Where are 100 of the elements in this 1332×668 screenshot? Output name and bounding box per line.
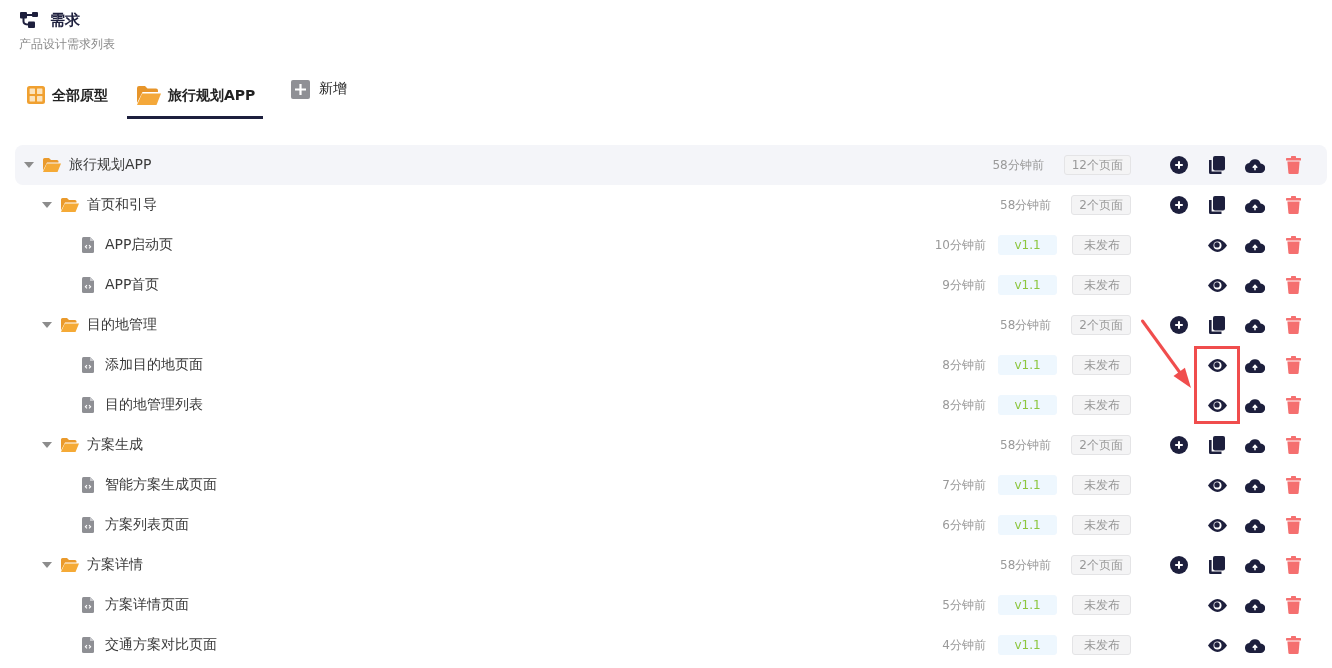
copy-icon[interactable] — [1209, 436, 1225, 454]
caret-icon[interactable] — [42, 442, 52, 448]
eye-icon[interactable] — [1207, 238, 1227, 252]
caret-icon[interactable] — [24, 162, 34, 168]
trash-icon[interactable] — [1285, 516, 1301, 534]
code-file-icon — [82, 277, 94, 293]
eye-icon[interactable] — [1207, 518, 1227, 532]
updated-time: 58分钟前 — [1000, 436, 1052, 454]
page-name: APP启动页 — [105, 236, 174, 254]
cloud-upload-icon[interactable] — [1245, 597, 1265, 613]
eye-icon[interactable] — [1207, 398, 1227, 412]
cloud-upload-icon[interactable] — [1245, 197, 1265, 213]
cloud-upload-icon[interactable] — [1245, 637, 1265, 653]
copy-icon[interactable] — [1209, 196, 1225, 214]
page-name: 目的地管理列表 — [105, 396, 203, 414]
page-count-tag: 2个页面 — [1071, 315, 1131, 335]
cloud-upload-icon[interactable] — [1245, 277, 1265, 293]
version-tag: v1.1 — [998, 395, 1057, 415]
copy-icon[interactable] — [1209, 316, 1225, 334]
trash-icon[interactable] — [1285, 276, 1301, 294]
grid-icon — [27, 86, 45, 104]
copy-icon[interactable] — [1209, 556, 1225, 574]
cloud-upload-icon[interactable] — [1245, 437, 1265, 453]
updated-time: 5分钟前 — [942, 596, 986, 614]
updated-time: 4分钟前 — [942, 636, 986, 654]
code-file-icon — [82, 477, 94, 493]
root-row[interactable]: 旅行规划APP 58分钟前 12个页面 — [15, 145, 1327, 185]
updated-time: 8分钟前 — [942, 356, 986, 374]
status-tag: 未发布 — [1072, 595, 1131, 615]
folder-name: 旅行规划APP — [69, 156, 152, 174]
eye-icon[interactable] — [1207, 358, 1227, 372]
trash-icon[interactable] — [1285, 396, 1301, 414]
status-tag: 未发布 — [1072, 275, 1131, 295]
folder-icon — [61, 438, 79, 452]
version-tag: v1.1 — [998, 355, 1057, 375]
code-file-icon — [82, 357, 94, 373]
trash-icon[interactable] — [1285, 596, 1301, 614]
folder-name: 目的地管理 — [87, 316, 157, 334]
cloud-upload-icon[interactable] — [1245, 237, 1265, 253]
caret-icon[interactable] — [42, 322, 52, 328]
copy-icon[interactable] — [1209, 156, 1225, 174]
updated-time: 58分钟前 — [1000, 556, 1052, 574]
page-subtitle: 产品设计需求列表 — [19, 36, 115, 53]
eye-icon[interactable] — [1207, 598, 1227, 612]
code-file-icon — [82, 597, 94, 613]
version-tag: v1.1 — [998, 275, 1057, 295]
updated-time: 58分钟前 — [1000, 196, 1052, 214]
cloud-upload-icon[interactable] — [1245, 557, 1265, 573]
version-tag: v1.1 — [998, 235, 1057, 255]
trash-icon[interactable] — [1285, 556, 1301, 574]
code-file-icon — [82, 517, 94, 533]
eye-icon[interactable] — [1207, 478, 1227, 492]
add-circle-icon[interactable] — [1170, 436, 1188, 454]
sitemap-icon — [20, 12, 38, 28]
trash-icon[interactable] — [1285, 436, 1301, 454]
page-name: 智能方案生成页面 — [105, 476, 217, 494]
folder-icon — [43, 158, 61, 172]
add-circle-icon[interactable] — [1170, 156, 1188, 174]
eye-icon[interactable] — [1207, 638, 1227, 652]
folder-name: 方案详情 — [87, 556, 143, 574]
code-file-icon — [82, 237, 94, 253]
trash-icon[interactable] — [1285, 476, 1301, 494]
page-count-tag: 2个页面 — [1071, 195, 1131, 215]
status-tag: 未发布 — [1072, 475, 1131, 495]
updated-time: 6分钟前 — [942, 516, 986, 534]
add-circle-icon[interactable] — [1170, 196, 1188, 214]
page-name: 添加目的地页面 — [105, 356, 203, 374]
folder-icon — [61, 198, 79, 212]
plus-square-icon — [291, 79, 311, 99]
eye-icon[interactable] — [1207, 278, 1227, 292]
trash-icon[interactable] — [1285, 356, 1301, 374]
page-title: 需求 — [50, 10, 80, 30]
trash-icon[interactable] — [1285, 316, 1301, 334]
updated-time: 9分钟前 — [942, 276, 986, 294]
updated-time: 7分钟前 — [942, 476, 986, 494]
status-tag: 未发布 — [1072, 355, 1131, 375]
add-circle-icon[interactable] — [1170, 556, 1188, 574]
status-tag: 未发布 — [1072, 515, 1131, 535]
updated-time: 58分钟前 — [1000, 316, 1052, 334]
cloud-upload-icon[interactable] — [1245, 517, 1265, 533]
tab[interactable]: 全部原型 — [17, 80, 116, 119]
code-file-icon — [82, 637, 94, 653]
trash-icon[interactable] — [1285, 196, 1301, 214]
cloud-upload-icon[interactable] — [1245, 157, 1265, 173]
tab[interactable]: 旅行规划APP — [127, 80, 264, 119]
add-circle-icon[interactable] — [1170, 316, 1188, 334]
caret-icon[interactable] — [42, 202, 52, 208]
trash-icon[interactable] — [1285, 236, 1301, 254]
version-tag: v1.1 — [998, 595, 1057, 615]
folder-name: 方案生成 — [87, 436, 143, 454]
cloud-upload-icon[interactable] — [1245, 477, 1265, 493]
caret-icon[interactable] — [42, 562, 52, 568]
cloud-upload-icon[interactable] — [1245, 397, 1265, 413]
cloud-upload-icon[interactable] — [1245, 357, 1265, 373]
add-prototype-button[interactable]: 新增 — [281, 78, 358, 100]
trash-icon[interactable] — [1285, 636, 1301, 654]
page-count-tag: 2个页面 — [1071, 435, 1131, 455]
cloud-upload-icon[interactable] — [1245, 317, 1265, 333]
folder-icon — [61, 558, 79, 572]
trash-icon[interactable] — [1285, 156, 1301, 174]
